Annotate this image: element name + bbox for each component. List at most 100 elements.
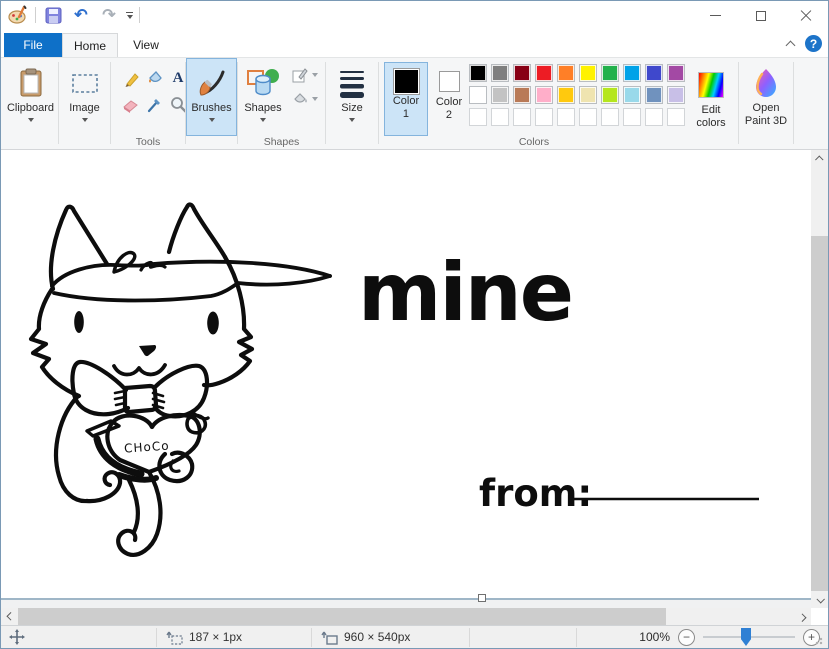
color1-button[interactable]: Color 1 <box>384 62 428 136</box>
edit-colors-button[interactable]: Edit colors <box>687 60 735 138</box>
palette-swatch[interactable] <box>601 86 619 104</box>
palette-swatch[interactable] <box>491 64 509 82</box>
shapes-group-label: Shapes <box>263 136 300 148</box>
palette-swatch-empty[interactable] <box>557 108 575 126</box>
shapes-label: Shapes <box>244 102 282 114</box>
resize-grip[interactable] <box>815 635 825 645</box>
redo-icon[interactable]: ↷ <box>98 4 120 26</box>
size-button[interactable]: Size <box>326 58 378 136</box>
chevron-down-icon <box>81 118 88 122</box>
palette-swatch-empty[interactable] <box>469 108 487 126</box>
window-controls <box>693 1 828 30</box>
palette-swatch-empty[interactable] <box>535 108 553 126</box>
palette-swatch[interactable] <box>623 64 641 82</box>
open-paint3d-button[interactable]: Open Paint 3D <box>739 58 793 136</box>
palette-swatch-empty[interactable] <box>623 108 641 126</box>
palette-swatch[interactable] <box>513 86 531 104</box>
scroll-right-icon[interactable] <box>794 608 811 625</box>
drawing-canvas[interactable]: CHoCo mine from: <box>2 150 811 598</box>
divider <box>311 628 312 647</box>
palette-swatch[interactable] <box>491 86 509 104</box>
tab-file[interactable]: File <box>4 33 62 57</box>
close-button[interactable] <box>783 1 828 30</box>
palette-swatch[interactable] <box>557 86 575 104</box>
move-cross-icon <box>9 629 25 645</box>
palette-swatch-empty[interactable] <box>513 108 531 126</box>
image-button[interactable]: Image <box>59 58 110 136</box>
vertical-scroll-thumb[interactable] <box>811 236 828 591</box>
chevron-down-icon <box>312 73 318 77</box>
palette-swatch-empty[interactable] <box>579 108 597 126</box>
palette-swatch[interactable] <box>535 64 553 82</box>
horizontal-scrollbar[interactable] <box>1 608 811 625</box>
help-icon[interactable]: ? <box>805 35 822 52</box>
tab-view[interactable]: View <box>118 33 174 57</box>
image-size-icon <box>321 631 338 645</box>
shapes-button[interactable]: Shapes <box>238 58 288 136</box>
image-size-value: 960 × 540px <box>344 630 411 644</box>
maximize-button[interactable] <box>738 1 783 30</box>
palette-swatch[interactable] <box>601 64 619 82</box>
color-picker-tool-icon[interactable] <box>143 92 165 116</box>
divider <box>576 628 577 647</box>
color2-swatch <box>438 71 460 92</box>
ribbon-tabs: File Home View ? <box>1 30 828 57</box>
chevron-down-icon <box>349 118 355 122</box>
group-shapes: Shapes Shapes <box>238 58 325 150</box>
scroll-left-icon[interactable] <box>1 608 18 625</box>
shape-outline-button[interactable] <box>291 66 318 84</box>
palette-swatch-empty[interactable] <box>645 108 663 126</box>
palette-swatch-empty[interactable] <box>601 108 619 126</box>
select-icon <box>67 64 103 102</box>
palette-swatch-empty[interactable] <box>491 108 509 126</box>
palette-swatch[interactable] <box>469 64 487 82</box>
workarea-background <box>1 600 811 608</box>
palette-swatch[interactable] <box>535 86 553 104</box>
palette-swatch-empty[interactable] <box>667 108 685 126</box>
canvas-from-label: from: <box>479 472 592 515</box>
zoom-slider[interactable] <box>703 628 795 646</box>
palette-swatch[interactable] <box>667 64 685 82</box>
palette-swatch[interactable] <box>667 86 685 104</box>
palette-swatch[interactable] <box>557 64 575 82</box>
cat-drawing: CHoCo mine from: <box>28 202 759 557</box>
tab-home[interactable]: Home <box>62 33 118 57</box>
palette-swatch[interactable] <box>623 86 641 104</box>
vertical-scrollbar[interactable] <box>811 150 828 608</box>
zoom-slider-thumb[interactable] <box>741 628 751 646</box>
titlebar: ↶ ↷ <box>1 1 828 30</box>
zoom-controls: 100% − + <box>639 625 820 648</box>
color2-label: Color 2 <box>435 96 463 121</box>
palette-swatch[interactable] <box>469 86 487 104</box>
zoom-out-button[interactable]: − <box>678 628 695 646</box>
minimize-button[interactable] <box>693 1 738 30</box>
brushes-button[interactable]: Brushes <box>186 58 237 136</box>
fill-tool-icon[interactable] <box>143 66 165 90</box>
chevron-down-icon <box>312 97 318 101</box>
tools-group-label: Tools <box>135 136 161 148</box>
divider <box>156 628 157 647</box>
chevron-down-icon <box>260 118 266 122</box>
pencil-tool-icon[interactable] <box>119 66 141 90</box>
save-icon[interactable] <box>42 4 64 26</box>
horizontal-scroll-thumb[interactable] <box>18 608 666 625</box>
clipboard-label: Clipboard <box>6 102 55 114</box>
canvas-resize-handle[interactable] <box>478 594 486 602</box>
image-size-indicator: 960 × 540px <box>321 625 411 648</box>
shape-fill-button[interactable] <box>291 90 318 108</box>
clipboard-button[interactable]: Clipboard <box>3 58 58 136</box>
palette-swatch[interactable] <box>579 64 597 82</box>
customize-qat-icon[interactable] <box>126 11 133 19</box>
color2-button[interactable]: Color 2 <box>430 62 468 136</box>
collapse-ribbon-icon[interactable] <box>786 40 794 48</box>
palette-swatch[interactable] <box>645 86 663 104</box>
scroll-down-icon[interactable] <box>811 591 828 608</box>
palette-swatch[interactable] <box>645 64 663 82</box>
palette-swatch[interactable] <box>513 64 531 82</box>
color1-label: Color 1 <box>392 95 420 120</box>
undo-icon[interactable]: ↶ <box>70 4 92 26</box>
palette-swatch[interactable] <box>579 86 597 104</box>
eraser-tool-icon[interactable] <box>119 92 141 116</box>
scroll-up-icon[interactable] <box>811 150 828 167</box>
divider <box>793 62 794 144</box>
